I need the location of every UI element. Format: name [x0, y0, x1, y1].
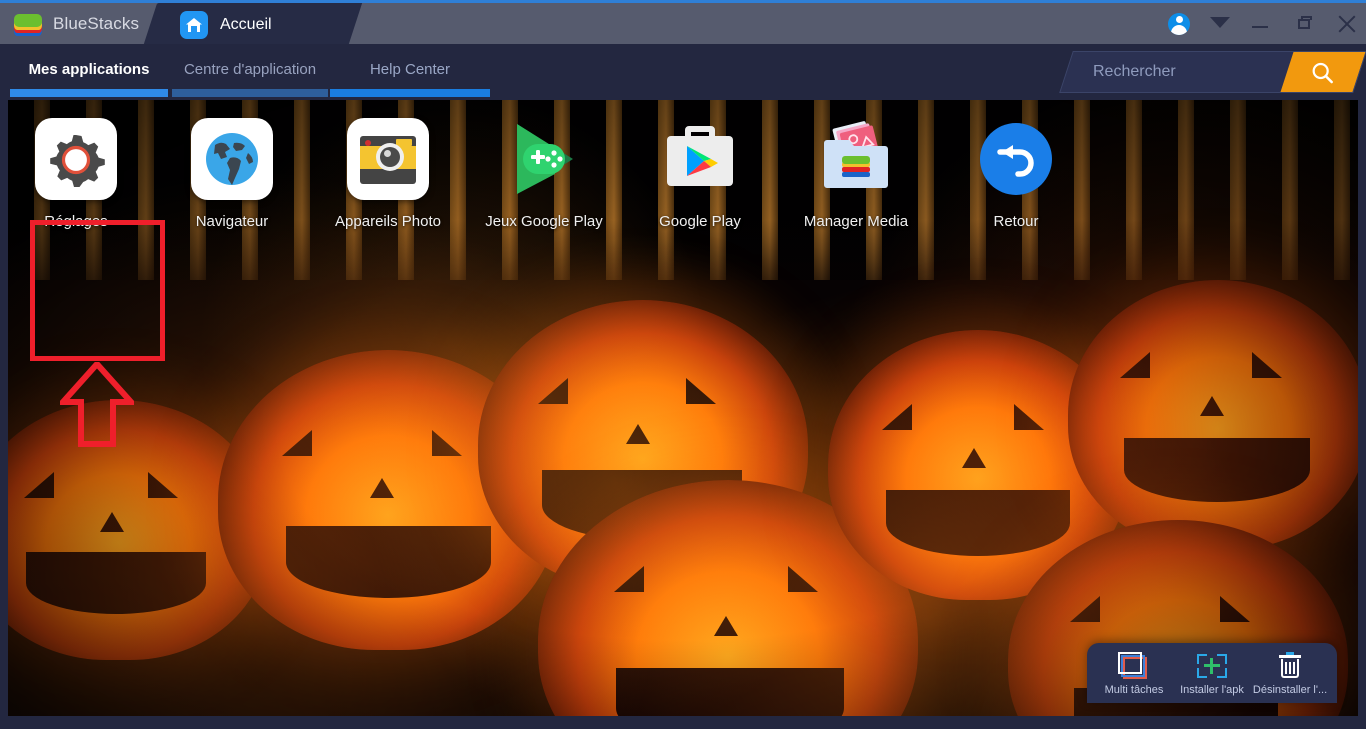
- tab-mes-applications-underline: [10, 89, 168, 97]
- app-label-navigateur: Navigateur: [195, 213, 269, 230]
- multitask-label: Multi tâches: [1104, 683, 1164, 696]
- tab-help-center[interactable]: Help Center: [330, 44, 490, 100]
- tab-accueil-content[interactable]: Accueil: [168, 3, 272, 47]
- app-icon-retour[interactable]: Retour: [956, 118, 1076, 233]
- multitask-button[interactable]: Multi tâches: [1099, 645, 1169, 701]
- android-desktop[interactable]: Réglages Navigateur Appareils Photo Jeux…: [8, 100, 1358, 716]
- app-label-reglages: Réglages: [44, 213, 108, 230]
- gear-icon: [35, 118, 117, 200]
- window-right-border: [1358, 100, 1366, 729]
- window-bottom-border: [0, 716, 1366, 729]
- google-play-store-icon: [659, 118, 741, 200]
- title-bar: BlueStacks Accueil: [0, 0, 1366, 47]
- uninstall-label: Désinstaller l'...: [1252, 683, 1328, 696]
- globe-icon: [191, 118, 273, 200]
- app-icon-jeux-google-play[interactable]: Jeux Google Play: [484, 118, 604, 233]
- app-label-google-play: Google Play: [659, 213, 741, 230]
- camera-icon: [347, 118, 429, 200]
- tab-help-center-label: Help Center: [369, 60, 451, 78]
- brand-name: BlueStacks: [53, 13, 140, 33]
- app-label-appareils-photo: Appareils Photo: [335, 213, 441, 230]
- install-apk-button[interactable]: Installer l'apk: [1177, 645, 1247, 701]
- bottom-toolbar: Multi tâches Installer l'apk Désinstalle…: [1087, 643, 1337, 703]
- chevron-down-icon[interactable]: [1210, 13, 1232, 35]
- window-left-border: [0, 100, 8, 729]
- search-bar[interactable]: [1059, 51, 1366, 93]
- app-icon-manager-media[interactable]: Manager Media: [796, 118, 916, 233]
- app-icon-reglages[interactable]: Réglages: [16, 118, 136, 233]
- tab-mes-applications[interactable]: Mes applications: [10, 44, 168, 100]
- tab-accueil-label: Accueil: [220, 16, 272, 33]
- tab-mes-applications-label: Mes applications: [28, 60, 150, 78]
- uninstall-button[interactable]: Désinstaller l'...: [1252, 645, 1328, 701]
- search-button[interactable]: [1280, 52, 1366, 92]
- tab-centre-application-underline: [172, 89, 328, 97]
- uninstall-trash-icon: [1273, 651, 1307, 681]
- tab-centre-application[interactable]: Centre d'application: [172, 44, 328, 100]
- app-icon-navigateur[interactable]: Navigateur: [172, 118, 292, 233]
- navigation-bar: Mes applications Centre d'application He…: [0, 44, 1366, 100]
- app-label-jeux-google-play: Jeux Google Play: [485, 213, 603, 230]
- home-icon: [180, 11, 208, 39]
- bluestacks-logo-icon: [13, 12, 44, 36]
- tab-help-center-underline: [330, 89, 490, 97]
- search-icon: [1312, 62, 1333, 84]
- restore-icon[interactable]: [1294, 13, 1316, 35]
- bluestacks-window: BlueStacks Accueil Mes applications Cent…: [0, 0, 1366, 729]
- app-label-retour: Retour: [993, 213, 1039, 230]
- app-grid: Réglages Navigateur Appareils Photo Jeux…: [8, 100, 1358, 716]
- close-icon[interactable]: [1336, 13, 1358, 35]
- install-apk-label: Installer l'apk: [1180, 683, 1244, 696]
- app-label-manager-media: Manager Media: [803, 213, 909, 230]
- multitask-icon: [1117, 651, 1151, 681]
- back-arrow-icon: [975, 118, 1057, 200]
- install-apk-icon: [1195, 651, 1229, 681]
- media-manager-folder-icon: [815, 118, 897, 200]
- google-play-games-icon: [503, 118, 585, 200]
- minimize-icon[interactable]: [1252, 13, 1274, 35]
- tab-centre-application-label: Centre d'application: [183, 60, 317, 78]
- search-input[interactable]: [1067, 52, 1289, 92]
- window-controls: [1168, 3, 1358, 44]
- app-icon-google-play[interactable]: Google Play: [640, 118, 760, 233]
- avatar-icon[interactable]: [1168, 12, 1190, 35]
- app-icon-appareils-photo[interactable]: Appareils Photo: [328, 118, 448, 233]
